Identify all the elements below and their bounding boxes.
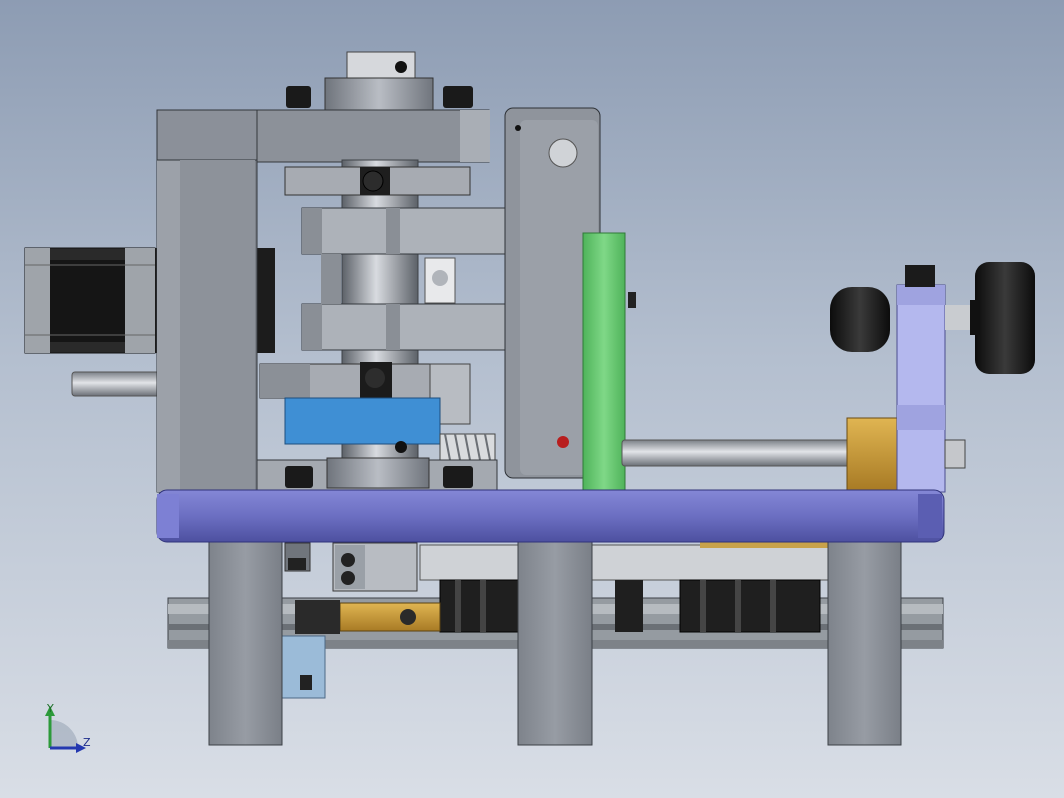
upper-bearing[interactable] — [256, 51, 490, 163]
base-plate[interactable] — [156, 489, 945, 543]
brass-slider-block[interactable] — [846, 417, 903, 491]
right-guide-rod[interactable] — [621, 439, 858, 467]
orientation-triad: Y Z — [45, 702, 91, 753]
cad-viewport[interactable]: Y Z — [0, 0, 1064, 798]
lower-clamp[interactable] — [279, 542, 441, 699]
blue-mount-block[interactable] — [284, 397, 441, 445]
z-axis-label: Z — [83, 736, 91, 749]
left-knob[interactable] — [830, 287, 890, 352]
tension-post[interactable] — [896, 265, 966, 493]
upper-clamp-block[interactable] — [284, 166, 471, 196]
idler-pulley[interactable] — [424, 257, 456, 304]
assembly-model[interactable]: Y Z — [0, 0, 1064, 798]
compression-spring[interactable] — [439, 433, 496, 461]
belt-drive[interactable] — [419, 540, 831, 633]
left-shaft[interactable] — [71, 371, 163, 397]
y-axis-label: Y — [46, 702, 54, 715]
main-frame[interactable] — [156, 109, 258, 493]
right-star-knob[interactable] — [945, 262, 1035, 374]
